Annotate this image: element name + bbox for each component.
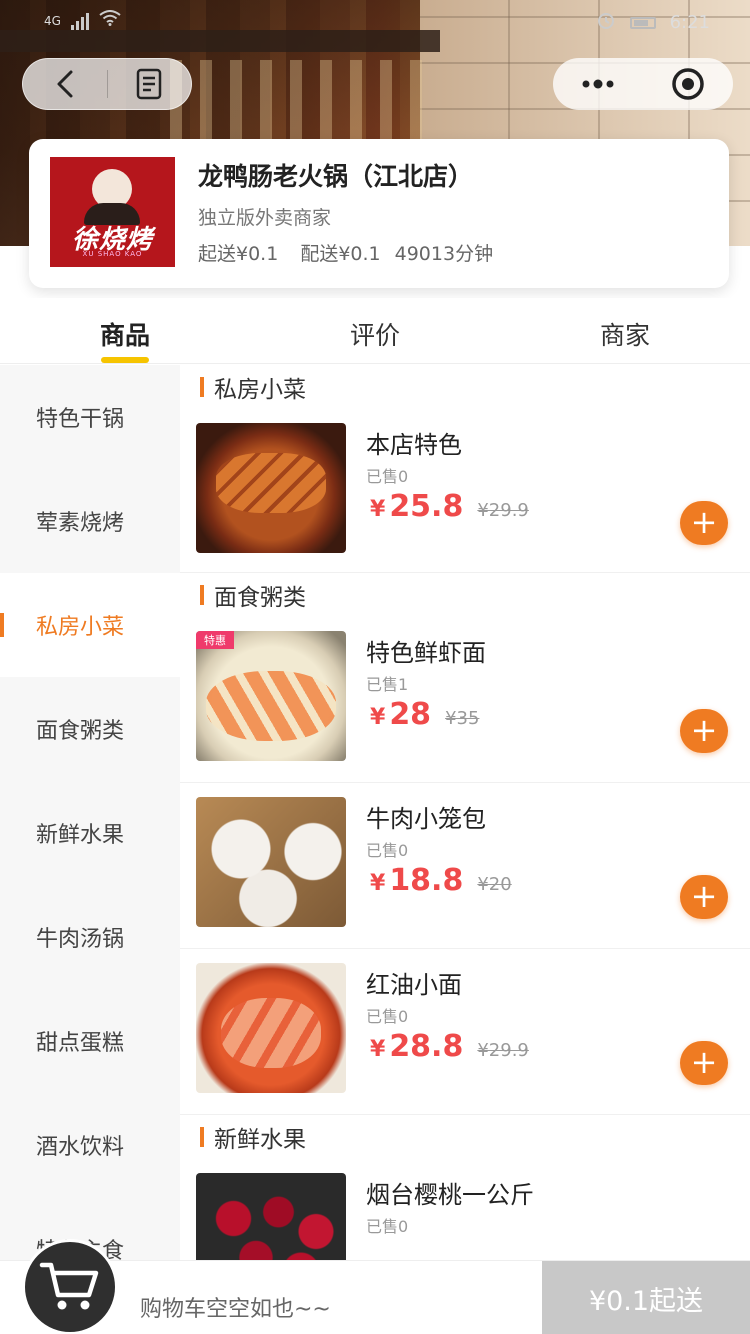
- add-to-cart-button[interactable]: +: [680, 875, 728, 919]
- logo-sub-text: XU SHAO KAO: [82, 250, 143, 258]
- category-item[interactable]: 荤素烧烤: [0, 469, 180, 573]
- min-order: 起送¥0.1: [198, 243, 279, 265]
- tab-indicator: [101, 357, 149, 363]
- more-button[interactable]: [553, 58, 643, 110]
- shop-name: 龙鸭肠老火锅（江北店）: [198, 162, 474, 191]
- category-item[interactable]: 新鲜水果: [0, 781, 180, 885]
- tab-goods-label: 商品: [99, 321, 150, 350]
- product-list: 私房小菜 本店特色 已售0 ¥ 25.8 ¥29.9 + 面食粥类 特惠 特色鲜…: [180, 365, 750, 1260]
- section-title: 面食粥类: [180, 573, 750, 617]
- product-item[interactable]: 本店特色 已售0 ¥ 25.8 ¥29.9 +: [180, 409, 750, 573]
- tab-reviews-label: 评价: [349, 321, 400, 350]
- product-price: ¥ 28.8 ¥29.9: [370, 1029, 529, 1064]
- tab-goods[interactable]: 商品: [0, 298, 250, 363]
- product-item[interactable]: 红油小面 已售0 ¥ 28.8 ¥29.9 +: [180, 949, 750, 1115]
- price-currency: ¥: [370, 871, 386, 896]
- plus-icon: +: [690, 503, 718, 541]
- back-button[interactable]: [23, 58, 107, 110]
- tab-bar: 商品 评价 商家: [0, 298, 750, 364]
- status-time: 6:21: [669, 12, 710, 33]
- plus-icon: +: [690, 877, 718, 915]
- price-value: 25.8: [389, 489, 464, 524]
- product-image: 特惠: [196, 631, 346, 761]
- product-image: [196, 423, 346, 553]
- wifi-icon: [99, 10, 121, 31]
- category-sidebar: 特色干锅 荤素烧烤 私房小菜 面食粥类 新鲜水果 牛肉汤锅 甜点蛋糕 酒水饮料 …: [0, 365, 180, 1260]
- close-button[interactable]: [643, 58, 733, 110]
- product-image: [196, 797, 346, 927]
- shop-info-card: 徐烧烤 XU SHAO KAO 龙鸭肠老火锅（江北店） 独立版外卖商家 起送¥0…: [29, 139, 729, 288]
- product-item[interactable]: 烟台樱桃一公斤 已售0: [180, 1159, 750, 1260]
- category-item[interactable]: 牛肉汤锅: [0, 885, 180, 989]
- original-price: ¥29.9: [477, 500, 529, 521]
- promo-badge: 特惠: [196, 631, 234, 649]
- product-name: 红油小面: [366, 971, 462, 999]
- tab-reviews[interactable]: 评价: [250, 298, 500, 363]
- cart-button[interactable]: [22, 1239, 118, 1334]
- section-title: 私房小菜: [180, 365, 750, 409]
- product-item[interactable]: 特惠 特色鲜虾面 已售1 ¥ 28 ¥35 +: [180, 617, 750, 783]
- cart-bar: 购物车空空如也~~ ¥0.1起送: [0, 1239, 750, 1334]
- product-image: [196, 1173, 346, 1260]
- original-price: ¥29.9: [477, 1040, 529, 1061]
- shop-logo: 徐烧烤 XU SHAO KAO: [50, 157, 175, 267]
- product-sold: 已售0: [366, 467, 409, 486]
- logo-portrait: [84, 169, 140, 225]
- add-to-cart-button[interactable]: +: [680, 1041, 728, 1085]
- chevron-left-icon: [57, 70, 73, 98]
- category-item-active[interactable]: 私房小菜: [0, 573, 180, 677]
- add-to-cart-button[interactable]: +: [680, 709, 728, 753]
- section-title: 新鲜水果: [180, 1115, 750, 1159]
- add-to-cart-button[interactable]: +: [680, 501, 728, 545]
- original-price: ¥35: [445, 708, 480, 729]
- signal-icon: [70, 12, 89, 30]
- tab-merchant[interactable]: 商家: [500, 298, 750, 363]
- product-price: ¥ 28 ¥35: [370, 697, 479, 732]
- shop-meta: 起送¥0.1 配送¥0.1 49013分钟: [198, 239, 493, 266]
- product-item[interactable]: 牛肉小笼包 已售0 ¥ 18.8 ¥20 +: [180, 783, 750, 949]
- category-item[interactable]: 面食粥类: [0, 677, 180, 781]
- product-price: ¥ 18.8 ¥20: [370, 863, 512, 898]
- price-value: 28: [389, 697, 432, 732]
- product-name: 本店特色: [366, 431, 462, 459]
- price-value: 18.8: [389, 863, 464, 898]
- product-sold: 已售0: [366, 1217, 409, 1236]
- tab-merchant-label: 商家: [599, 321, 650, 350]
- product-name: 特色鲜虾面: [366, 639, 486, 667]
- category-item[interactable]: 甜点蛋糕: [0, 989, 180, 1093]
- battery-icon: [629, 16, 656, 29]
- nav-capsule: [22, 58, 192, 110]
- category-item[interactable]: 特色干锅: [0, 365, 180, 469]
- menu-capsule: [553, 58, 733, 110]
- shopping-cart-icon: [39, 1262, 99, 1310]
- product-sold: 已售1: [366, 675, 409, 694]
- product-image: [196, 963, 346, 1093]
- original-price: ¥20: [477, 874, 512, 895]
- network-label: 4G: [44, 13, 61, 28]
- product-name: 牛肉小笼包: [366, 805, 486, 833]
- product-price: ¥ 25.8 ¥29.9: [370, 489, 529, 524]
- checkout-button[interactable]: ¥0.1起送: [542, 1261, 750, 1334]
- product-sold: 已售0: [366, 841, 409, 860]
- target-circle-icon: [672, 68, 704, 100]
- plus-icon: +: [690, 711, 718, 749]
- document-icon: [137, 68, 162, 100]
- delivery-fee: 配送¥0.1: [300, 243, 381, 265]
- cart-empty-text: 购物车空空如也~~: [140, 1297, 331, 1322]
- product-name: 烟台樱桃一公斤: [366, 1181, 534, 1209]
- alarm-icon: [596, 10, 616, 35]
- category-item[interactable]: 酒水饮料: [0, 1093, 180, 1197]
- shop-tag: 独立版外卖商家: [198, 207, 332, 229]
- price-currency: ¥: [370, 1037, 386, 1062]
- product-sold: 已售0: [366, 1007, 409, 1026]
- plus-icon: +: [690, 1043, 718, 1081]
- notes-button[interactable]: [108, 58, 192, 110]
- price-value: 28.8: [389, 1029, 464, 1064]
- price-currency: ¥: [370, 705, 386, 730]
- more-dots-icon: [582, 79, 614, 89]
- delivery-time: 49013分钟: [394, 243, 494, 265]
- status-bar: 4G 6:21: [0, 8, 750, 38]
- price-currency: ¥: [370, 497, 386, 522]
